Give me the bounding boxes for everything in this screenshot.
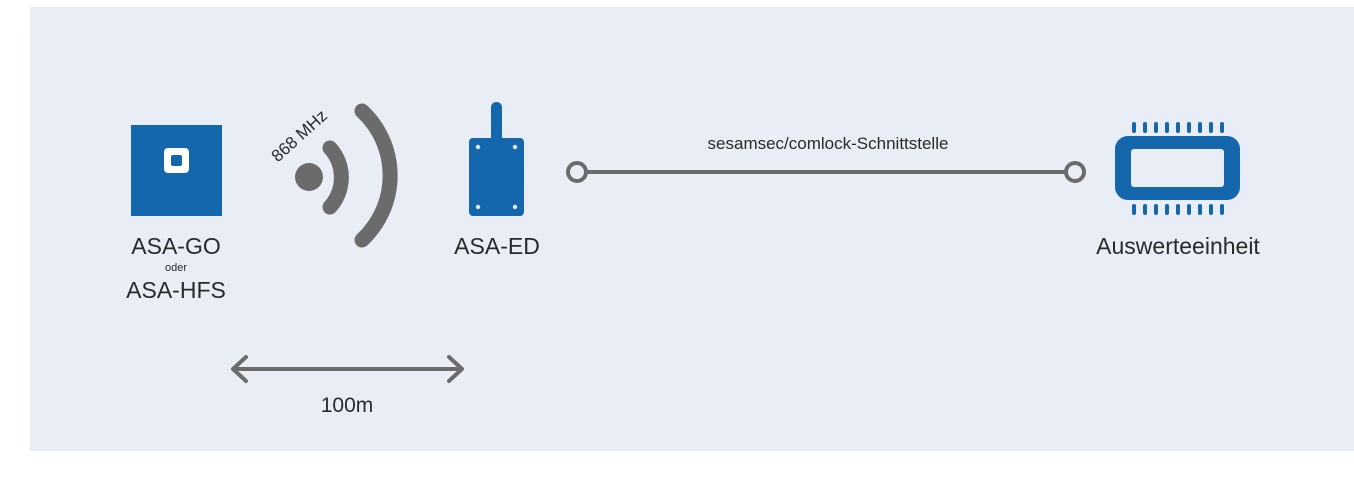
- range-arrow-icon: [231, 355, 464, 383]
- receiver-name: ASA-ED: [454, 233, 540, 259]
- evaluation-unit-name: Auswerteeinheit: [1096, 233, 1260, 259]
- square-sensor-icon: [131, 125, 222, 216]
- sensor-connector-word: oder: [165, 262, 187, 274]
- frequency-label: 868 MHz: [268, 106, 331, 166]
- sensor-name-primary: ASA-GO: [131, 233, 220, 259]
- interface-label: sesamsec/comlock-Schnittstelle: [708, 134, 949, 153]
- system-diagram: ASA-GO oder ASA-HFS 868 MHz ASA-ED sesam…: [126, 102, 1260, 417]
- range-label: 100m: [321, 394, 374, 417]
- sensor-name-secondary: ASA-HFS: [126, 277, 226, 303]
- interface-connection: [566, 161, 1086, 183]
- antenna-box-icon: [469, 102, 524, 216]
- chip-icon: [1115, 122, 1240, 215]
